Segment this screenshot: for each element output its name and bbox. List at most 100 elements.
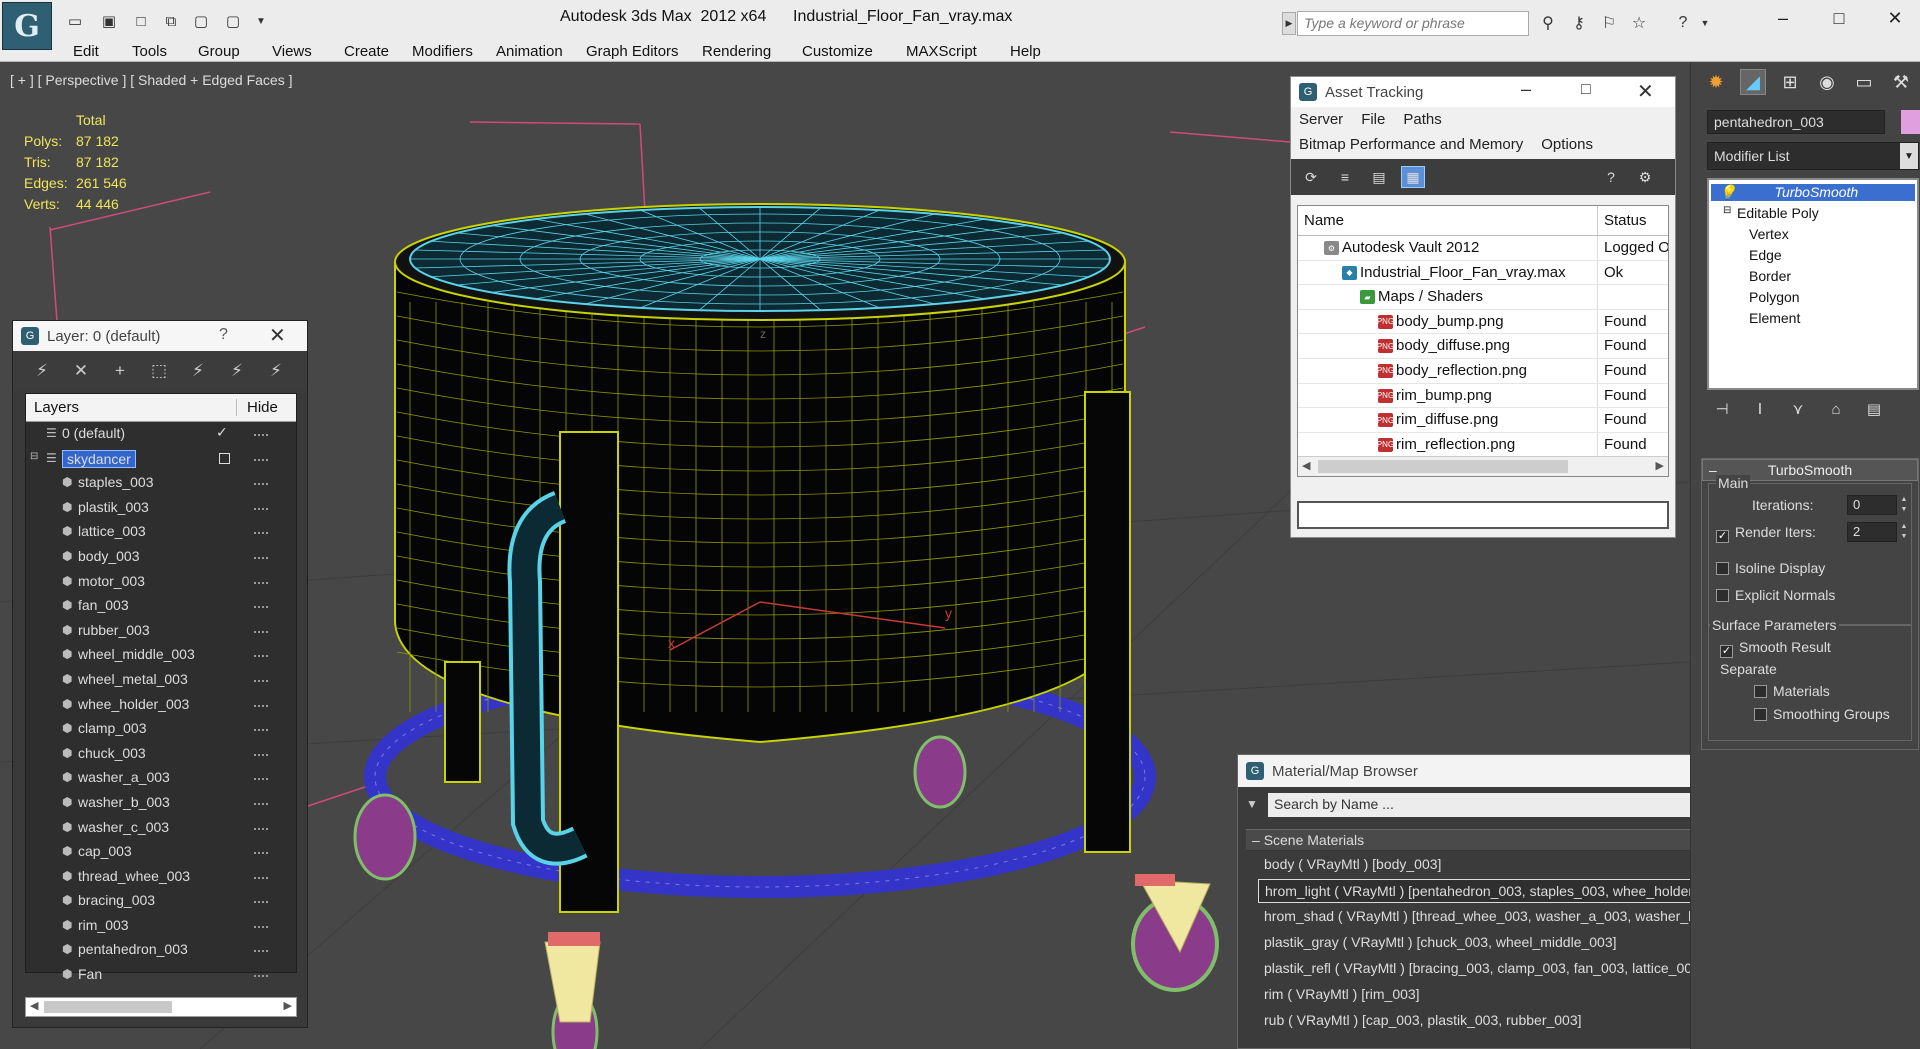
stack-item-element[interactable]: Element <box>1749 310 1800 326</box>
modify-tab-icon[interactable]: ◢ <box>1740 69 1766 95</box>
asset-row[interactable]: ▰ Maps / Shaders <box>1298 285 1668 310</box>
layer-row[interactable]: ⬢ Fan <box>26 963 296 988</box>
layer-panel-help-button[interactable]: ? <box>219 326 228 344</box>
vault-help-icon[interactable]: ? <box>1599 166 1623 188</box>
collapse-icon[interactable]: ⊟ <box>30 451 38 462</box>
asset-row[interactable]: PNG rim_bump.png Found <box>1298 383 1668 409</box>
asset-panel-title-bar[interactable]: G Asset Tracking – □ ✕ <box>1291 77 1675 107</box>
delete-layer-icon[interactable]: ✕ <box>70 361 92 381</box>
layer-row[interactable]: ⬢ plastik_003 <box>26 496 296 521</box>
layer-row[interactable]: ⬢ whee_holder_003 <box>26 693 296 718</box>
create-tab-icon[interactable]: ✹ <box>1703 69 1729 95</box>
select-objects-icon[interactable]: ⬚ <box>148 361 170 381</box>
stack-item-vertex[interactable]: Vertex <box>1749 226 1789 242</box>
viewport-label[interactable]: [ + ] [ Perspective ] [ Shaded + Edged F… <box>10 72 293 88</box>
hide-all-icon[interactable]: ⚡ <box>226 361 248 381</box>
iterations-spinner-arrows[interactable]: ▲ ▼ <box>1898 495 1910 515</box>
layer-panel-title-bar[interactable]: G Layer: 0 (default) ? ✕ <box>13 321 307 351</box>
display-tab-icon[interactable]: ▭ <box>1851 69 1877 95</box>
layer-row[interactable]: ☰ 0 (default) ✓ <box>26 422 296 447</box>
layer-row[interactable]: ⬢ wheel_metal_003 <box>26 668 296 693</box>
hide-toggle[interactable] <box>254 458 268 461</box>
hide-toggle[interactable] <box>254 655 268 658</box>
save-icon[interactable]: ▣ <box>98 10 120 32</box>
favorites-star-icon[interactable]: ☆ <box>1628 12 1650 34</box>
iterations-spinner[interactable]: 0 <box>1847 495 1897 515</box>
asset-scroll-right-icon[interactable]: ▶ <box>1656 459 1664 472</box>
binoculars-icon[interactable]: ⚲ <box>1537 12 1559 34</box>
layer-row[interactable]: ⬢ washer_b_003 <box>26 791 296 816</box>
menu-item-views[interactable]: Views <box>272 43 312 60</box>
layer-row[interactable]: ⬢ thread_whee_003 <box>26 865 296 890</box>
layer-row[interactable]: ⬢ staples_003 <box>26 471 296 496</box>
stack-item-editable-poly[interactable]: ⊟ Editable Poly <box>1723 205 1819 221</box>
layer-row[interactable]: ⬢ body_003 <box>26 545 296 570</box>
pin-stack-icon[interactable]: ⊣ <box>1711 400 1733 418</box>
asset-menu-file[interactable]: File <box>1361 111 1385 128</box>
make-unique-icon[interactable]: ⋎ <box>1787 400 1809 418</box>
hide-toggle[interactable] <box>254 679 268 682</box>
hide-toggle[interactable] <box>254 483 268 486</box>
configure-sets-icon[interactable]: ▤ <box>1863 400 1885 418</box>
maximize-button[interactable]: □ <box>1816 4 1862 32</box>
hide-toggle[interactable] <box>254 975 268 978</box>
search-expand-icon[interactable]: ▶ <box>1282 12 1296 35</box>
smoothing-groups-checkbox[interactable] <box>1754 708 1767 721</box>
asset-row[interactable]: PNG rim_diffuse.png Found <box>1298 408 1668 433</box>
materials-row[interactable]: Materials <box>1754 683 1830 699</box>
hide-toggle[interactable] <box>254 802 268 805</box>
scroll-right-icon[interactable]: ▶ <box>284 999 292 1012</box>
scroll-left-icon[interactable]: ◀ <box>30 999 38 1012</box>
hide-toggle[interactable] <box>254 901 268 904</box>
smoothing-groups-row[interactable]: Smoothing Groups <box>1754 706 1890 722</box>
utilities-tab-icon[interactable]: ⚒ <box>1888 69 1914 95</box>
hide-toggle[interactable] <box>254 852 268 855</box>
layer-row[interactable]: ⬢ rubber_003 <box>26 619 296 644</box>
list-view-icon[interactable]: ≡ <box>1333 166 1357 188</box>
render-iters-spinner-arrows[interactable]: ▲ ▼ <box>1898 522 1910 542</box>
layer-row[interactable]: ⬢ rim_003 <box>26 914 296 939</box>
hierarchy-tab-icon[interactable]: ⊞ <box>1777 69 1803 95</box>
menu-item-animation[interactable]: Animation <box>496 43 563 60</box>
object-name-field[interactable]: pentahedron_003 <box>1707 110 1885 134</box>
layer-row[interactable]: ⬢ bracing_003 <box>26 889 296 914</box>
materials-checkbox[interactable] <box>1754 685 1767 698</box>
quick-access-dropdown-icon[interactable]: ▼ <box>250 10 272 32</box>
smooth-result-row[interactable]: ✓ Smooth Result <box>1720 639 1831 658</box>
menu-item-graph-editors[interactable]: Graph Editors <box>586 43 679 60</box>
motion-tab-icon[interactable]: ◉ <box>1814 69 1840 95</box>
menu-item-help[interactable]: Help <box>1010 43 1041 60</box>
help-icon[interactable]: ? <box>1672 12 1694 34</box>
help-dropdown-icon[interactable]: ▼ <box>1694 12 1716 34</box>
hide-toggle[interactable] <box>254 556 268 559</box>
modifier-list-dropdown[interactable]: Modifier List ▼ <box>1707 142 1919 170</box>
freeze-all-icon[interactable]: ⚡ <box>265 361 287 381</box>
layer-panel-close-icon[interactable]: ✕ <box>269 323 286 348</box>
layer-row[interactable]: ⬢ lattice_003 <box>26 520 296 545</box>
hide-toggle[interactable] <box>254 532 268 535</box>
hide-toggle[interactable] <box>254 507 268 510</box>
new-layer-icon[interactable]: ⚡ <box>31 361 53 381</box>
app-menu-button[interactable]: G <box>2 2 52 50</box>
hide-toggle[interactable] <box>254 729 268 732</box>
menu-item-edit[interactable]: Edit <box>73 43 99 60</box>
lightbulb-icon[interactable]: 💡 <box>1719 184 1736 200</box>
asset-row[interactable]: PNG rim_reflection.png Found <box>1298 432 1668 458</box>
info-center-search-input[interactable]: Type a keyword or phrase <box>1297 11 1529 36</box>
collapse-stack-icon[interactable]: ⊟ <box>1723 205 1731 216</box>
current-layer-check-icon[interactable]: ✓ <box>216 424 228 441</box>
layer-scroll-thumb[interactable] <box>44 1001 172 1013</box>
layer-row[interactable]: ⬢ washer_c_003 <box>26 816 296 841</box>
asset-maximize-icon[interactable]: □ <box>1581 81 1591 99</box>
object-color-swatch[interactable] <box>1901 110 1920 134</box>
asset-row[interactable]: ⚙ Autodesk Vault 2012 Logged O <box>1298 236 1668 261</box>
open-file-icon[interactable]: ▭ <box>64 10 86 32</box>
stack-item-border[interactable]: Border <box>1749 268 1791 284</box>
stack-item-turbosmooth[interactable]: 💡 TurboSmooth <box>1711 184 1915 201</box>
hide-toggle[interactable] <box>254 778 268 781</box>
stack-item-edge[interactable]: Edge <box>1749 247 1782 263</box>
fetch-icon[interactable]: ▢ <box>190 10 212 32</box>
column-layers[interactable]: Layers <box>26 399 236 416</box>
hold-icon[interactable]: ⧉ <box>160 10 182 32</box>
hide-toggle[interactable] <box>254 581 268 584</box>
